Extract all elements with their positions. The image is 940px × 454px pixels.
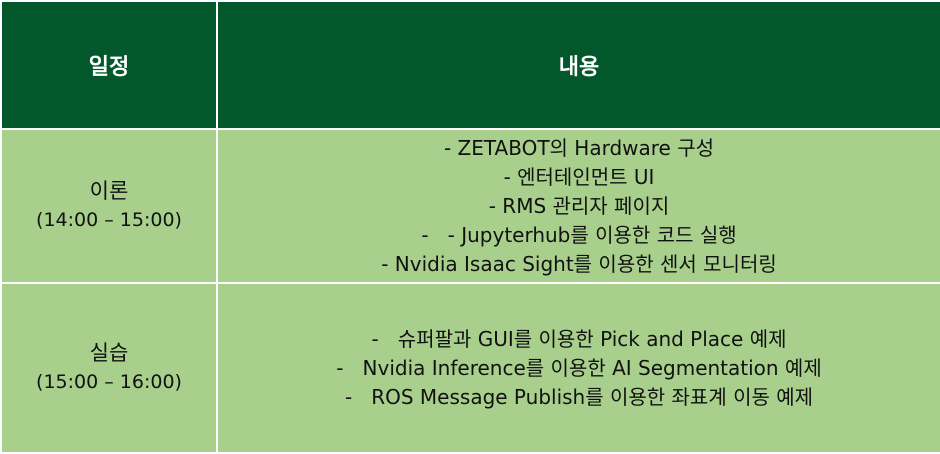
table-row-theory: 이론 (14:00 – 15:00) - ZETABOT의 Hardware 구… — [0, 128, 940, 284]
schedule-table: 일정 내용 이론 (14:00 – 15:00) - ZETABOT의 Hard… — [0, 0, 940, 454]
session-time: (14:00 – 15:00) — [36, 209, 182, 231]
content-cell: - ZETABOT의 Hardware 구성 - 엔터테인먼트 UI - RMS… — [216, 128, 940, 284]
list-item: - 슈퍼팔과 GUI를 이용한 Pick and Place 예제 — [371, 326, 787, 351]
list-item: - ROS Message Publish를 이용한 좌표계 이동 예제 — [344, 384, 814, 409]
content-cell: - 슈퍼팔과 GUI를 이용한 Pick and Place 예제 - Nvid… — [216, 282, 940, 454]
header-schedule: 일정 — [0, 0, 218, 130]
list-item: - RMS 관리자 페이지 — [488, 193, 670, 218]
list-item: - ZETABOT의 Hardware 구성 — [443, 135, 715, 160]
session-name: 이론 — [89, 179, 129, 203]
list-item: - - Jupyterhub를 이용한 코드 실행 — [421, 222, 737, 247]
session-name: 실습 — [89, 341, 129, 365]
session-time: (15:00 – 16:00) — [36, 371, 182, 393]
list-item: - Nvidia Inference를 이용한 AI Segmentation … — [336, 355, 822, 380]
schedule-cell: 이론 (14:00 – 15:00) — [0, 128, 218, 284]
table-row-practice: 실습 (15:00 – 16:00) - 슈퍼팔과 GUI를 이용한 Pick … — [0, 282, 940, 454]
schedule-cell: 실습 (15:00 – 16:00) — [0, 282, 218, 454]
header-content: 내용 — [216, 0, 940, 130]
header-row: 일정 내용 — [0, 0, 940, 130]
list-item: - 엔터테인먼트 UI — [503, 164, 655, 189]
list-item: - Nvidia Isaac Sight를 이용한 센서 모니터링 — [381, 251, 777, 276]
